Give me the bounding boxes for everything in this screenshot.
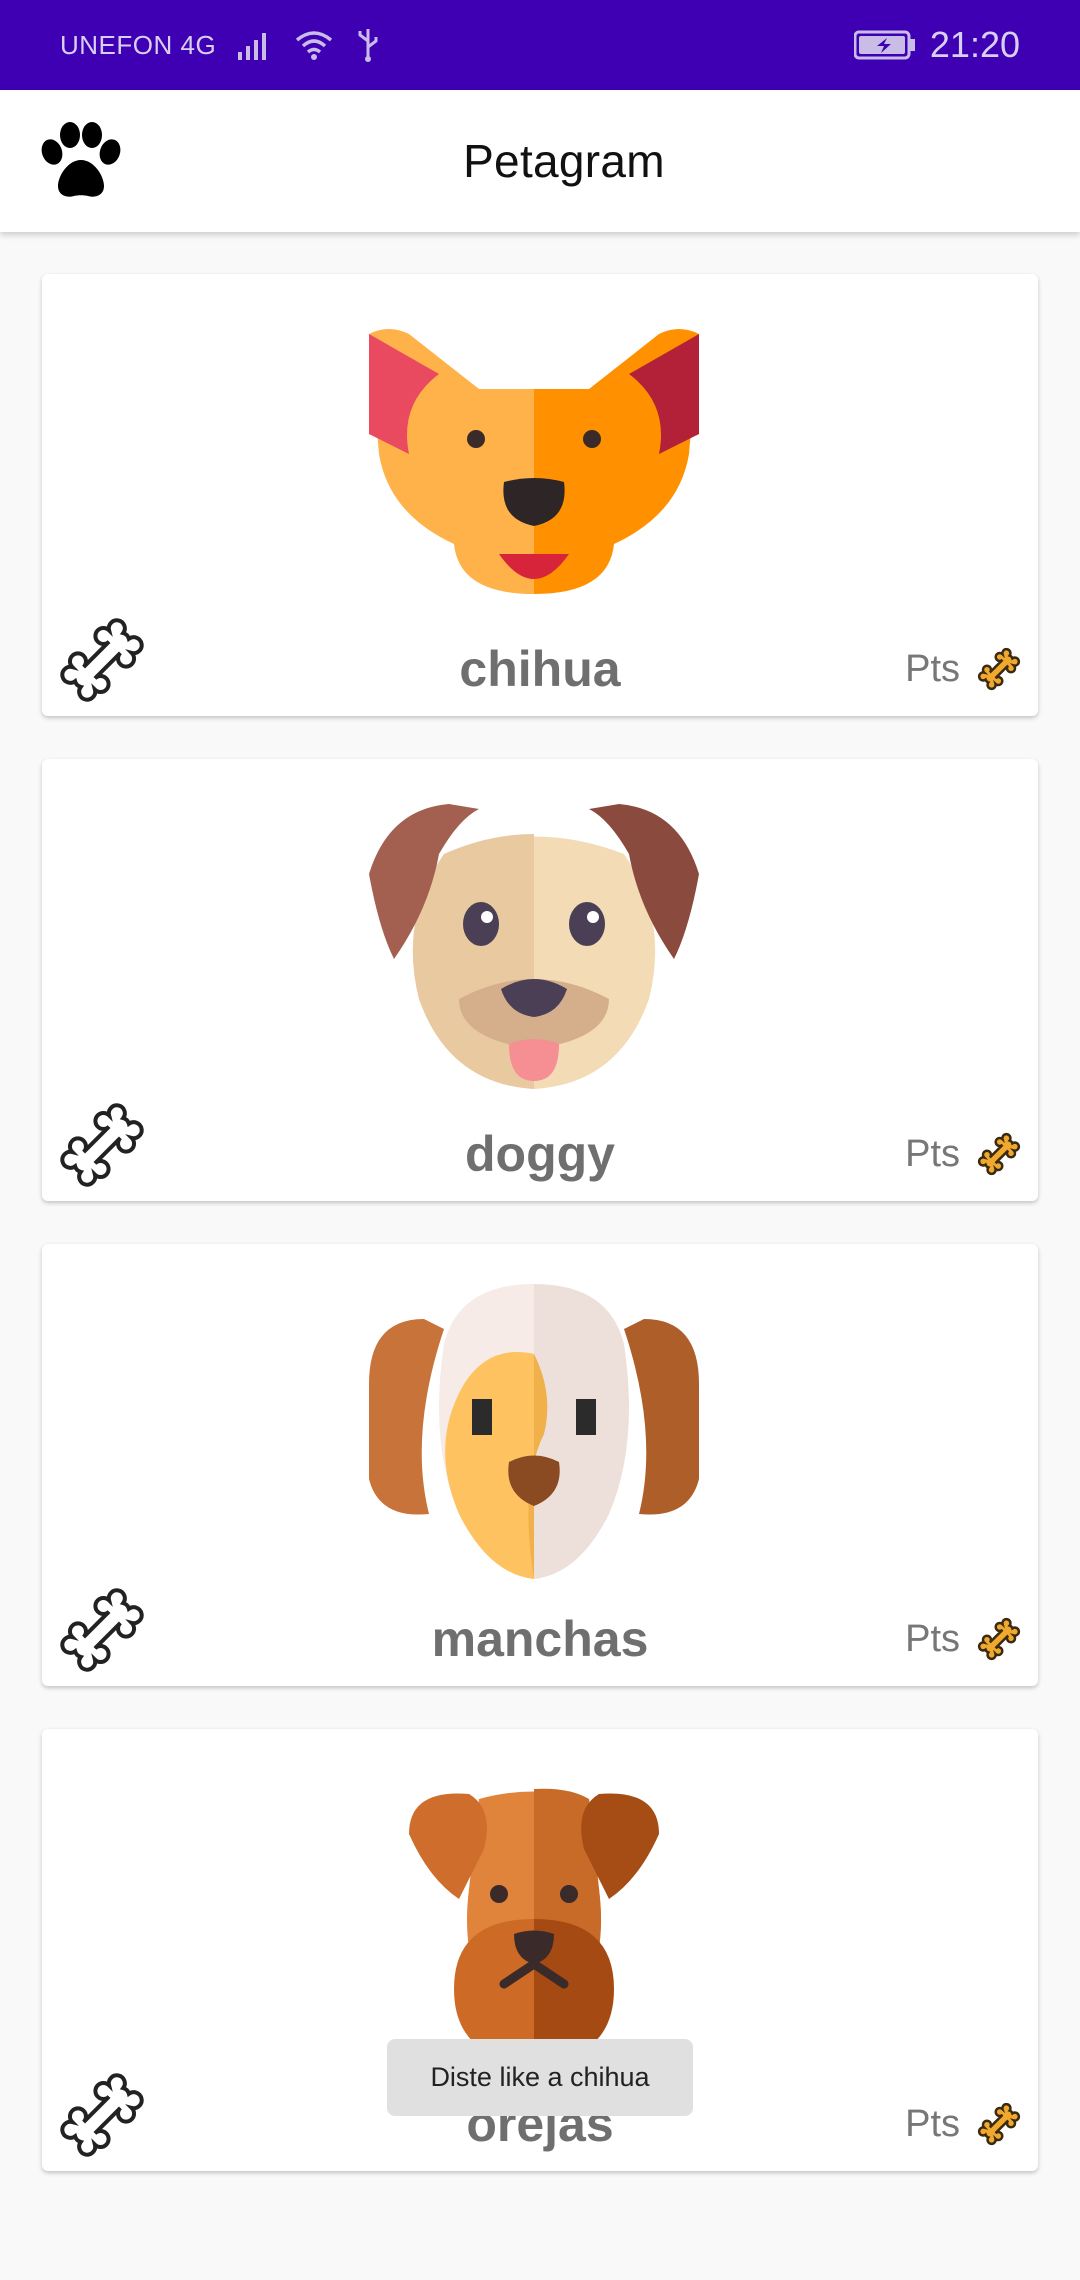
- pet-name: chihua: [459, 641, 621, 697]
- carrier-label: UNEFON 4G: [60, 29, 217, 60]
- pet-name: manchas: [431, 1611, 649, 1667]
- puppy-face-icon: [369, 804, 699, 1089]
- rating: Pts: [905, 2094, 1022, 2154]
- rating-bone-icon: [977, 1132, 1021, 1176]
- signal-icon: [238, 33, 267, 60]
- rating: Pts: [905, 639, 1022, 699]
- pts-label: Pts: [905, 2102, 960, 2145]
- pet-name: doggy: [465, 1126, 615, 1182]
- usb-icon: [358, 29, 378, 62]
- rating: Pts: [905, 1124, 1022, 1184]
- status-right: 21:20: [853, 0, 1020, 90]
- terrier-face-icon: [409, 1788, 659, 2064]
- status-bar: UNEFON 4G 21:20: [0, 0, 1080, 90]
- battery-charging-icon: [853, 30, 915, 60]
- app-bar: Petagram: [0, 90, 1080, 232]
- chihuahua-face-icon: [369, 329, 699, 594]
- app-title: Petagram: [463, 135, 665, 187]
- pts-label: Pts: [905, 647, 960, 690]
- rating-bone-icon: [977, 647, 1021, 691]
- clock: 21:20: [929, 24, 1020, 65]
- rating-bone-icon: [977, 2102, 1021, 2146]
- status-left: UNEFON 4G: [60, 0, 380, 90]
- spotted-dog-face-icon: [369, 1284, 699, 1579]
- pet-card: doggy Pts: [42, 759, 1038, 1201]
- toast-message: Diste like a chihua: [387, 2039, 693, 2116]
- rating-bone-icon: [977, 1617, 1021, 1661]
- pet-card: chihua Pts: [42, 274, 1038, 716]
- wifi-icon: [296, 31, 333, 60]
- pts-label: Pts: [905, 1132, 960, 1175]
- pet-card: manchas Pts: [42, 1244, 1038, 1686]
- rating: Pts: [905, 1609, 1022, 1669]
- pts-label: Pts: [905, 1617, 960, 1660]
